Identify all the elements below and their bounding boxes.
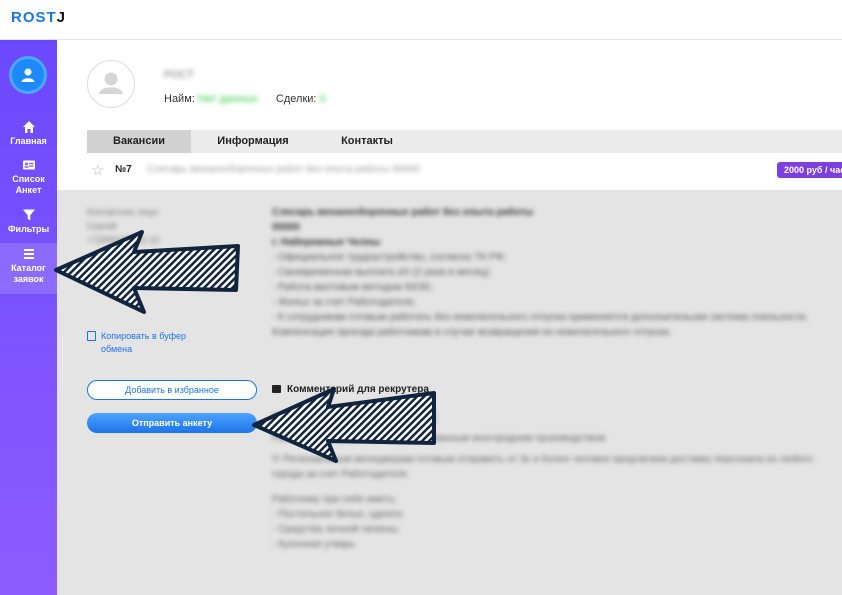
sidebar-item-label: Список Анкет [12, 174, 45, 195]
details-line: - Своевременная выплата з/п (2 раза в ме… [272, 267, 492, 278]
details-line: - Жилье за счет Работодателя; [272, 297, 416, 308]
sidebar-item-filters[interactable]: Фильтры [0, 208, 57, 235]
user-avatar[interactable] [9, 56, 47, 94]
profile-card: РОСТ Найм: Нет данных Сделки: 0 Вакансии… [57, 40, 842, 190]
details-line: - К сотрудникам готовым работать без неж… [272, 312, 809, 338]
top-bar: ROSTJ [0, 0, 842, 40]
vacancy-number: №7 [115, 164, 132, 175]
app-logo[interactable]: ROSTJ [11, 9, 66, 26]
deals-label: Сделки: [275, 93, 317, 105]
send-profile-button[interactable]: Отправить анкету [87, 413, 257, 433]
id-card-icon [22, 160, 35, 170]
annotation-arrow-icon [54, 230, 240, 314]
home-icon [22, 121, 35, 133]
details-code: 00000 [272, 222, 300, 233]
tab-vacancies[interactable]: Вакансии [87, 130, 191, 153]
comment-line: - Средства личной гигиены [272, 524, 399, 535]
tab-contacts[interactable]: Контакты [315, 130, 419, 153]
add-to-favorites-button[interactable]: Добавить в избранное [87, 380, 257, 400]
vacancy-details: Слесарь механосборочных работ без опыта … [272, 205, 832, 340]
hire-value: Нет данных [197, 93, 258, 105]
profile-stats: Найм: Нет данных Сделки: 0 [164, 93, 326, 105]
vacancy-row[interactable]: ☆ №7 Слесарь механосборочных работ без о… [57, 158, 842, 184]
comment-line: - Кухонная утварь [272, 539, 356, 550]
sidebar-item-label: Каталог заявок [11, 263, 46, 284]
contact-label: Контактное лицо: [87, 207, 160, 217]
sidebar: Главная Список Анкет Фильтры Каталог зая… [0, 40, 57, 595]
company-name: РОСТ [164, 69, 194, 81]
copy-label: Копировать в буфер обмена [101, 331, 187, 354]
details-city: г. Набережные Челны [272, 237, 381, 248]
user-icon [21, 68, 35, 82]
copy-to-clipboard-link[interactable]: Копировать в буфер обмена [87, 330, 211, 356]
profile-avatar [87, 60, 135, 108]
sidebar-item-catalog[interactable]: Каталог заявок [0, 243, 57, 294]
price-badge: 2000 руб / час [777, 162, 842, 178]
sidebar-item-label: Фильтры [7, 224, 50, 234]
tab-information[interactable]: Информация [191, 130, 315, 153]
vacancy-title[interactable]: Слесарь механосборочных работ без опыта … [147, 164, 420, 175]
list-icon [23, 249, 34, 259]
comment-line: - Постельное белье, одеяло [272, 509, 403, 520]
tab-bar: Вакансии Информация Контакты [87, 130, 842, 153]
hire-label: Найм: [164, 93, 195, 105]
sidebar-item-label: Главная [10, 136, 47, 146]
annotation-arrow-icon [252, 387, 436, 463]
filter-icon [22, 209, 35, 221]
star-icon[interactable]: ☆ [91, 161, 104, 179]
comment-line: Работнику при себе иметь: [272, 494, 397, 505]
details-line: - Работа вахтовым методом 60/30; [272, 282, 433, 293]
details-line: - Официальное трудоустройство, согласно … [272, 252, 507, 263]
deals-value: 0 [319, 93, 326, 105]
details-title: Слесарь механосборочных работ без опыта … [272, 207, 534, 218]
copy-icon [87, 331, 96, 341]
sidebar-item-home[interactable]: Главная [0, 120, 57, 147]
user-icon [99, 72, 123, 94]
sidebar-item-profiles[interactable]: Список Анкет [0, 158, 57, 196]
